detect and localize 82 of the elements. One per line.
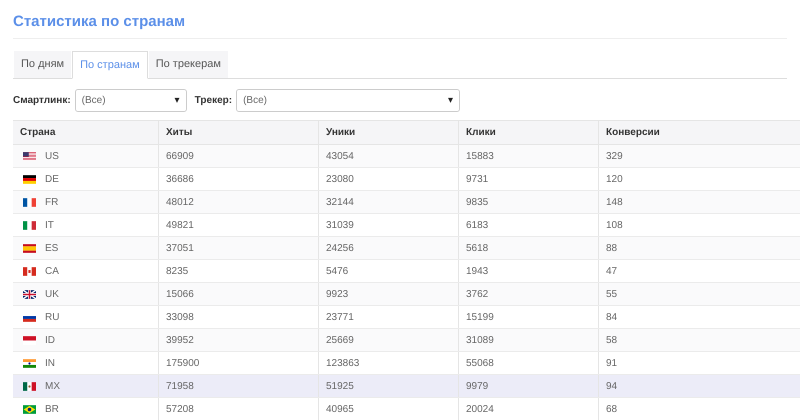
flag-icon xyxy=(23,404,36,414)
table-cell-text: 9979 xyxy=(466,380,488,394)
table-cell-text: 55068 xyxy=(466,356,494,370)
table-cell-text: 47 xyxy=(606,264,618,278)
table-cell-text: RU xyxy=(45,310,60,324)
flag-icon xyxy=(23,382,36,390)
table-cell-text: 24256 xyxy=(326,242,354,256)
flag-icon xyxy=(23,358,36,368)
table-cell-text: ID xyxy=(45,334,55,348)
table-cell-text: IT xyxy=(45,218,54,232)
table-cell-text: 23080 xyxy=(326,172,354,186)
flag-icon xyxy=(23,198,36,206)
flag-icon xyxy=(23,290,36,298)
table-cell-text: 123863 xyxy=(326,356,360,370)
table-cell-text: 94 xyxy=(606,380,618,394)
table-cell-text: 108 xyxy=(606,218,623,232)
table-cell-text: 6183 xyxy=(466,218,488,232)
table-cell-text: 43054 xyxy=(326,150,354,164)
flag-icon xyxy=(23,152,36,160)
table-cell-text: 39952 xyxy=(166,334,194,348)
table-cell-text: 32144 xyxy=(326,196,354,210)
filter-select[interactable]: (Все) ▾ xyxy=(74,89,187,112)
table-cell-text: 57208 xyxy=(166,402,194,416)
table-cell-text: 84 xyxy=(606,310,618,324)
table-cell-text: 8235 xyxy=(166,264,188,278)
table-cell-text: 175900 xyxy=(166,356,200,370)
table-cell-text: 37051 xyxy=(166,242,194,256)
table-cell-text: 51925 xyxy=(326,380,354,394)
column-header[interactable]: Хиты xyxy=(166,125,192,140)
table-cell-text: 58 xyxy=(606,334,618,348)
table-cell-text: 23771 xyxy=(326,310,354,324)
table-cell-text: 71958 xyxy=(166,380,194,394)
column-header[interactable]: Страна xyxy=(20,125,56,140)
table-cell-text: US xyxy=(45,150,59,164)
table-cell-text: 33098 xyxy=(166,310,194,324)
table-cell-text: IN xyxy=(45,356,55,370)
table-cell-text: 5476 xyxy=(326,264,348,278)
table-cell-text: BR xyxy=(45,402,59,416)
table-cell-text: 31089 xyxy=(466,334,494,348)
page-title: Статистика по странам xyxy=(13,12,186,32)
table-cell-text: 329 xyxy=(606,150,623,164)
table-cell-text: 1943 xyxy=(466,264,488,278)
table-cell-text: ES xyxy=(45,242,58,256)
table-cell-text: FR xyxy=(45,196,58,210)
table-cell-text: 15199 xyxy=(466,310,494,324)
table-cell-text: 48012 xyxy=(166,196,194,210)
tab[interactable]: По трекерам xyxy=(148,51,228,78)
table-cell-text: 148 xyxy=(606,196,623,210)
table-cell-text: 15066 xyxy=(166,288,194,302)
flag-icon xyxy=(23,244,36,252)
table-cell-text: 9835 xyxy=(466,196,488,210)
table-cell-text: UK xyxy=(45,288,59,302)
table-cell-text: 15883 xyxy=(466,150,494,164)
table-cell-text: 88 xyxy=(606,242,618,256)
table-cell-text: 68 xyxy=(606,402,618,416)
filter-select[interactable]: (Все) ▾ xyxy=(236,89,460,112)
flag-icon xyxy=(23,266,36,276)
table-cell-text: 5618 xyxy=(466,242,488,256)
table-cell-text: 40965 xyxy=(326,402,354,416)
table-cell-text: 120 xyxy=(606,172,623,186)
flag-icon xyxy=(23,174,36,184)
table-cell-text: MX xyxy=(45,380,60,394)
table-cell-text: 9731 xyxy=(466,172,488,186)
flag-icon xyxy=(23,220,36,230)
table-cell-text: 9923 xyxy=(326,288,348,302)
column-header[interactable]: Клики xyxy=(466,125,496,140)
table-cell-text: 55 xyxy=(606,288,618,302)
table-cell-text: 20024 xyxy=(466,402,494,416)
table-cell-text: 3762 xyxy=(466,288,488,302)
table-cell-text: 25669 xyxy=(326,334,354,348)
column-header[interactable]: Конверсии xyxy=(606,125,660,140)
table-cell-text: 49821 xyxy=(166,218,194,232)
table-cell-text: 36686 xyxy=(166,172,194,186)
table-cell-text: CA xyxy=(45,264,59,278)
table-cell-text: 91 xyxy=(606,356,618,370)
filter-label: Смартлинк: xyxy=(13,94,71,108)
table-cell-text: 66909 xyxy=(166,150,194,164)
tab[interactable]: По дням xyxy=(14,51,72,78)
table-cell-text: DE xyxy=(45,172,59,186)
column-header[interactable]: Уники xyxy=(326,125,356,140)
table-cell-text: 31039 xyxy=(326,218,354,232)
filter-label: Трекер: xyxy=(194,94,232,108)
